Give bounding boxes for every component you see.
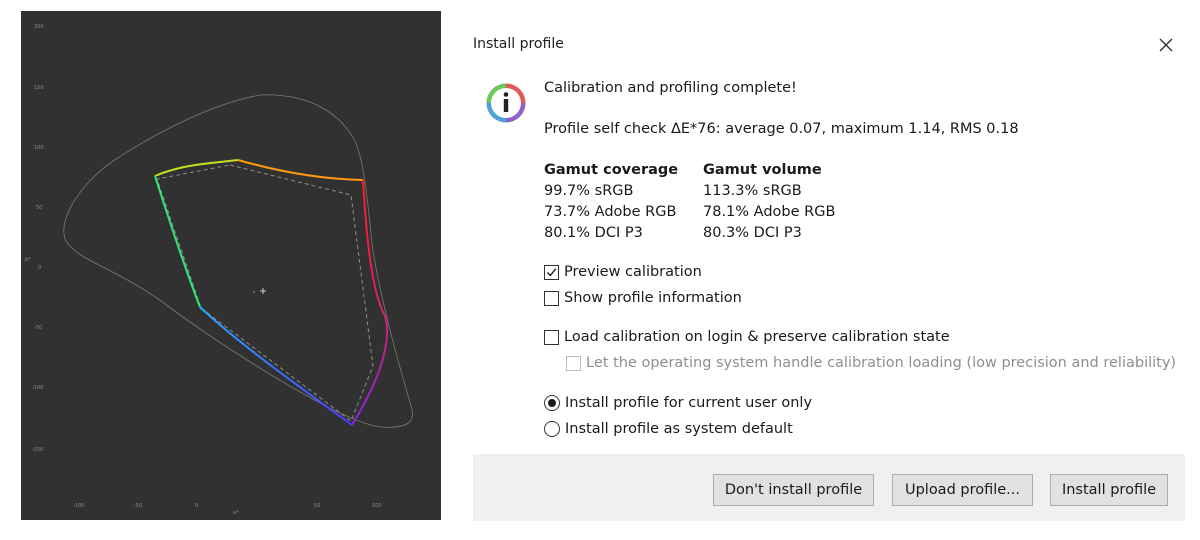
y-tick-label: 200 [34,24,44,30]
gamut-coverage-column: Gamut coverage 99.7% sRGB 73.7% Adobe RG… [544,160,678,244]
upload-profile-button[interactable]: Upload profile... [892,474,1033,506]
reference-gamut-outline [156,164,374,422]
dialog-footer: Don't install profile Upload profile... … [473,454,1185,521]
y-tick-label: -50 [34,325,42,331]
gamut-plot: 200 150 100 50 0 -50 -100 -150 b* -100 -… [25,24,413,516]
install-system-default-option[interactable]: Install profile as system default [544,421,793,437]
gamut-volume-value: 78.1% Adobe RGB [703,204,836,220]
self-check-text: Profile self check ΔE*76: average 0.07, … [544,121,1019,137]
gamut-coverage-value: 73.7% Adobe RGB [544,204,677,220]
y-tick-label: -150 [32,447,43,453]
close-icon [1159,38,1173,52]
os-handle-calibration-label: Let the operating system handle calibrat… [586,355,1177,371]
install-system-default-radio[interactable] [544,421,560,437]
install-current-user-radio[interactable] [544,395,560,411]
y-tick-label: 0 [38,265,41,271]
white-point-marker [253,288,266,294]
y-tick-label: 50 [36,205,42,211]
preview-calibration-option[interactable]: Preview calibration [544,264,702,280]
gamut-volume-value: 80.3% DCI P3 [703,225,802,241]
dont-install-profile-button[interactable]: Don't install profile [713,474,874,506]
dialog-title: Install profile [473,36,564,52]
install-system-default-label: Install profile as system default [565,421,793,437]
show-profile-info-label: Show profile information [564,290,742,306]
x-tick-label: 50 [314,503,320,509]
x-tick-label: 100 [372,503,382,509]
preview-calibration-checkbox[interactable] [544,264,559,280]
x-tick-label: 0 [195,503,198,509]
visible-gamut-outline [63,94,413,428]
gamut-coverage-value: 99.7% sRGB [544,183,634,199]
install-profile-dialog: Install profile Calibration and profilin… [473,24,1185,521]
os-handle-calibration-checkbox [566,355,581,371]
gamut-volume-column: Gamut volume 113.3% sRGB 78.1% Adobe RGB… [703,160,835,244]
y-tick-label: -100 [32,385,43,391]
gamut-coverage-value: 80.1% DCI P3 [544,225,643,241]
install-current-user-label: Install profile for current user only [565,395,813,411]
info-icon [485,82,527,124]
install-current-user-option[interactable]: Install profile for current user only [544,395,812,411]
gamut-plot-panel: 200 150 100 50 0 -50 -100 -150 b* -100 -… [21,11,441,520]
show-profile-info-checkbox[interactable] [544,290,559,306]
checkmark-icon [546,267,557,277]
load-calibration-label: Load calibration on login & preserve cal… [564,329,950,345]
os-handle-calibration-option: Let the operating system handle calibrat… [566,355,1176,371]
x-tick-label: -50 [134,503,142,509]
gamut-coverage-header: Gamut coverage [544,162,679,178]
gamut-volume-header: Gamut volume [703,162,822,178]
completion-heading: Calibration and profiling complete! [544,80,797,96]
y-tick-label: 100 [34,145,44,151]
display-gamut-outline [154,159,388,426]
preview-calibration-label: Preview calibration [564,264,702,280]
y-tick-label: 150 [34,85,44,91]
install-profile-button[interactable]: Install profile [1050,474,1168,506]
x-tick-label: -100 [73,503,84,509]
load-calibration-option[interactable]: Load calibration on login & preserve cal… [544,329,950,345]
close-button[interactable] [1155,34,1177,56]
y-axis-label: b* [25,257,31,263]
gamut-volume-value: 113.3% sRGB [703,183,802,199]
load-calibration-checkbox[interactable] [544,329,559,345]
x-axis-label: a* [233,510,239,516]
show-profile-info-option[interactable]: Show profile information [544,290,742,306]
